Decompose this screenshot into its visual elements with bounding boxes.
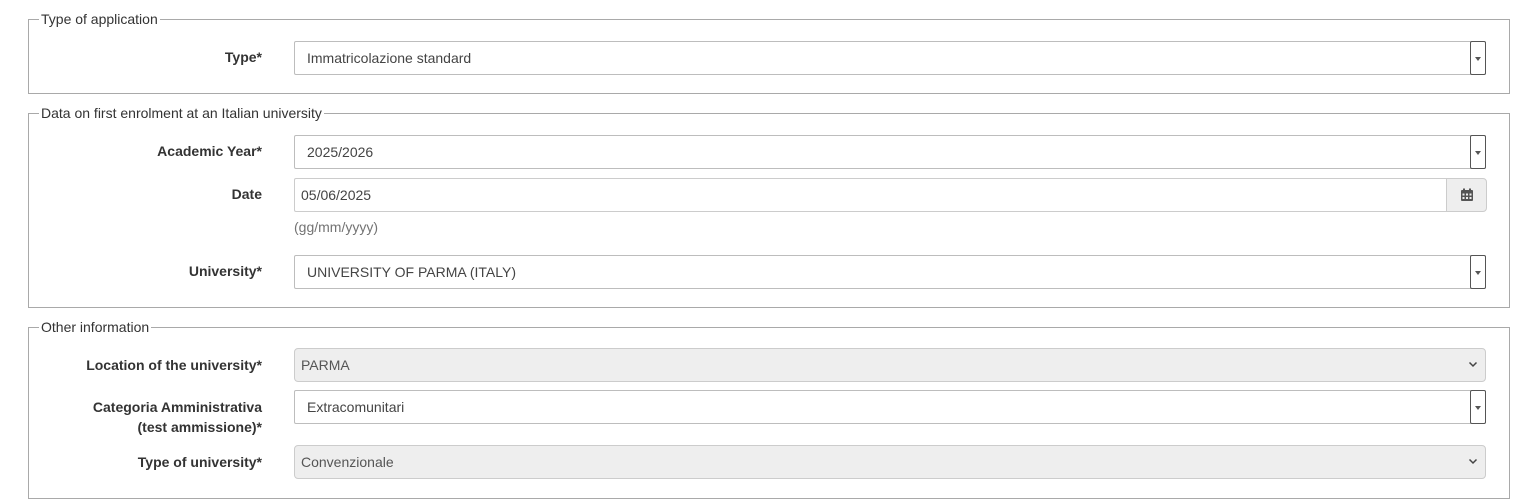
fieldset-legend: Data on first enrolment at an Italian un… (39, 104, 324, 122)
caret-down-icon[interactable] (1470, 390, 1486, 424)
fieldset-other-information: Other information Location of the univer… (28, 318, 1510, 499)
date-format-hint: (gg/mm/yyyy) (294, 219, 378, 235)
date-input-value: 05/06/2025 (301, 187, 372, 203)
categoria-label-line2: (test ammissione)* (137, 419, 262, 435)
type-combobox[interactable]: Immatricolazione standard (294, 41, 1486, 75)
categoria-combobox[interactable]: Extracomunitari (294, 390, 1486, 424)
academic-year-combobox[interactable]: 2025/2026 (294, 135, 1486, 169)
categoria-label: Categoria Amministrativa (test ammission… (2, 397, 262, 437)
caret-down-icon[interactable] (1470, 135, 1486, 169)
university-value: UNIVERSITY OF PARMA (ITALY) (307, 264, 516, 280)
caret-down-icon[interactable] (1470, 255, 1486, 289)
type-label: Type* (224, 49, 262, 65)
date-input[interactable]: 05/06/2025 (294, 178, 1447, 212)
location-value: PARMA (301, 357, 350, 373)
type-combobox-value: Immatricolazione standard (307, 50, 472, 66)
type-university-value: Convenzionale (301, 454, 394, 470)
categoria-label-line1: Categoria Amministrativa (92, 399, 262, 415)
date-label: Date (231, 186, 262, 202)
chevron-down-icon (1468, 361, 1478, 368)
categoria-value: Extracomunitari (307, 399, 405, 415)
type-university-label: Type of university* (137, 454, 262, 470)
university-label: University* (188, 263, 262, 279)
fieldset-first-enrolment: Data on first enrolment at an Italian un… (28, 104, 1510, 308)
caret-down-icon[interactable] (1470, 41, 1486, 75)
academic-year-label: Academic Year* (157, 143, 262, 159)
academic-year-value: 2025/2026 (307, 144, 374, 160)
calendar-button[interactable] (1446, 178, 1487, 212)
chevron-down-icon (1468, 458, 1478, 465)
fieldset-legend: Type of application (39, 10, 160, 28)
calendar-icon (1461, 188, 1473, 201)
location-label: Location of the university* (86, 357, 262, 373)
type-university-select[interactable]: Convenzionale (294, 445, 1486, 479)
fieldset-type-of-application: Type of application Type* Immatricolazio… (28, 10, 1510, 94)
fieldset-legend: Other information (39, 318, 152, 336)
university-combobox[interactable]: UNIVERSITY OF PARMA (ITALY) (294, 255, 1486, 289)
location-select[interactable]: PARMA (294, 348, 1486, 382)
